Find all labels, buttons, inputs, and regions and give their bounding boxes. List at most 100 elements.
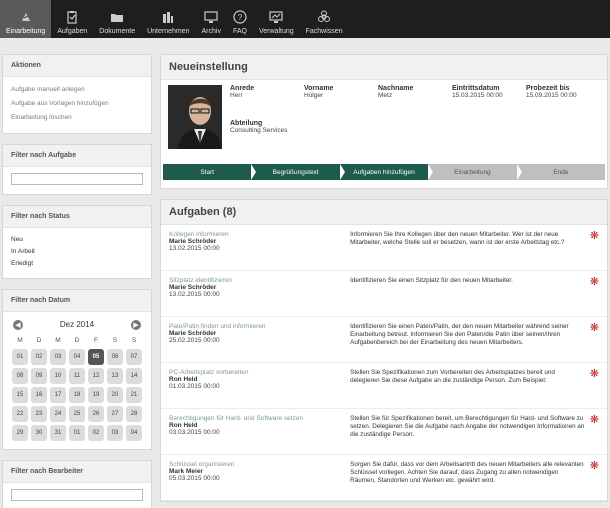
biohazard-icon: [317, 10, 331, 24]
calendar-day[interactable]: 16: [31, 386, 47, 403]
lastname-value: Metz: [378, 92, 393, 99]
calendar-day[interactable]: 12: [88, 367, 104, 384]
calendar-day[interactable]: 26: [88, 405, 104, 422]
calendar-day[interactable]: 01: [12, 348, 28, 365]
calendar-day[interactable]: 01: [69, 424, 85, 441]
task-date: 05.03.2015 00:00: [169, 475, 220, 482]
top-navigation: Einarbeitung Aufgaben Dokumente Unternehmen…: [0, 0, 610, 38]
task-description: Identifizieren Sie einen Sitzplatz für d…: [350, 277, 513, 284]
nav-verwaltung[interactable]: Verwaltung: [253, 0, 300, 38]
action-link[interactable]: Aufgabe manuell anlegen: [11, 83, 143, 97]
calendar-day[interactable]: 03: [107, 424, 123, 441]
start-date-value: 15.03.2015 00:00: [452, 92, 503, 99]
flag-icon[interactable]: ❋: [585, 461, 599, 494]
task-link[interactable]: PC-Arbeitsplatz vorbereiten: [169, 369, 350, 376]
main-content: Neueinstellung Anrede Herr Vorname Holger …: [160, 54, 608, 508]
calendar-day[interactable]: 02: [88, 424, 104, 441]
calendar-day[interactable]: 23: [31, 405, 47, 422]
status-option[interactable]: Neu: [11, 234, 143, 246]
nav-einarbeitung[interactable]: Einarbeitung: [0, 0, 52, 38]
step-2[interactable]: Aufgaben hinzufügen: [339, 164, 434, 180]
nav-archiv[interactable]: Archiv: [196, 0, 227, 38]
calendar-day[interactable]: 18: [69, 386, 85, 403]
flag-icon[interactable]: ❋: [585, 323, 599, 356]
calendar-day[interactable]: 30: [31, 424, 47, 441]
clipboard-icon: [65, 10, 79, 24]
flag-icon[interactable]: ❋: [585, 415, 599, 448]
calendar-day[interactable]: 10: [50, 367, 66, 384]
nav-dokumente[interactable]: Dokumente: [93, 0, 141, 38]
task-date: 01.03.2015 00:00: [169, 383, 220, 390]
task-link[interactable]: Kollegen informieren: [169, 231, 350, 238]
flag-icon[interactable]: ❋: [585, 231, 599, 264]
calendar-day[interactable]: 24: [50, 405, 66, 422]
calendar-day[interactable]: 11: [69, 367, 85, 384]
task-link[interactable]: Berechtigungen für Hard- und Software se…: [169, 415, 350, 422]
task-link[interactable]: Pate/Patin finden und informieren: [169, 323, 350, 330]
field-probation: Probezeit bis 15.09.2015 00:00: [526, 85, 600, 118]
calendar-day[interactable]: 09: [31, 367, 47, 384]
action-link[interactable]: Aufgabe aus Vorlagen hinzufügen: [11, 97, 143, 111]
calendar-day[interactable]: 25: [69, 405, 85, 422]
calendar-day[interactable]: 31: [50, 424, 66, 441]
calendar-day[interactable]: 06: [107, 348, 123, 365]
sidebar: Aktionen Aufgabe manuell anlegen Aufgabe …: [2, 54, 152, 508]
filter-editor-panel: Filter nach Bearbeiter: [2, 459, 152, 508]
onboarding-icon: [19, 10, 33, 24]
calendar-day[interactable]: 14: [126, 367, 142, 384]
calendar-day[interactable]: 07: [126, 348, 142, 365]
calendar-day[interactable]: 04: [69, 348, 85, 365]
task-link[interactable]: Schlüssel organisieren: [169, 461, 350, 468]
flag-icon[interactable]: ❋: [585, 277, 599, 310]
prev-month-icon[interactable]: ◀: [13, 319, 23, 330]
calendar-day[interactable]: 05: [88, 348, 104, 365]
calendar-day[interactable]: 13: [107, 367, 123, 384]
filter-task-input[interactable]: [11, 173, 143, 185]
salutation-value: Herr: [230, 92, 243, 99]
calendar-day[interactable]: 03: [50, 348, 66, 365]
nav-faq[interactable]: ? FAQ: [227, 0, 253, 38]
actions-list: Aufgabe manuell anlegen Aufgabe aus Vorla…: [3, 77, 151, 133]
new-hire-title: Neueinstellung: [161, 55, 607, 80]
step-label: Aufgaben hinzufügen: [353, 168, 415, 176]
nav-aufgaben[interactable]: Aufgaben: [51, 0, 93, 38]
calendar-day[interactable]: 20: [107, 386, 123, 403]
probation-value: 15.09.2015 00:00: [526, 92, 577, 99]
nav-label: Unternehmen: [147, 28, 190, 35]
step-chevron: [516, 164, 522, 180]
step-4[interactable]: Ende: [516, 164, 606, 180]
step-1[interactable]: Begrüßungstext: [251, 164, 345, 180]
task-link[interactable]: Sitzplatz identifizieren: [169, 277, 350, 284]
department-label: Abteilung: [230, 119, 263, 127]
calendar-day[interactable]: 04: [126, 424, 142, 441]
status-option[interactable]: In Arbeit: [11, 246, 143, 258]
calendar-day[interactable]: 28: [126, 405, 142, 422]
step-0[interactable]: Start: [163, 164, 257, 180]
firstname-label: Vorname: [304, 85, 334, 92]
calendar-day[interactable]: 17: [50, 386, 66, 403]
calendar-day[interactable]: 22: [12, 405, 28, 422]
calendar-day[interactable]: 08: [12, 367, 28, 384]
calendar-day[interactable]: 19: [88, 386, 104, 403]
task-assignee: Marie Schröder: [169, 330, 217, 337]
status-option[interactable]: Erledigt: [11, 258, 143, 270]
nav-label: Verwaltung: [258, 28, 294, 35]
calendar-day[interactable]: 02: [31, 348, 47, 365]
calendar-day[interactable]: 21: [126, 386, 142, 403]
flag-icon[interactable]: ❋: [585, 369, 599, 402]
nav-label: Fachwissen: [305, 28, 343, 35]
step-3[interactable]: Einarbeitung: [428, 164, 522, 180]
filter-editor-input[interactable]: [11, 488, 143, 501]
step-label: Ende: [553, 168, 569, 176]
action-link[interactable]: Einarbeitung löschen: [11, 111, 143, 125]
nav-fachwissen[interactable]: Fachwissen: [300, 0, 349, 38]
task-description: Stellen Sie Spezifikationen zum Vorberei…: [350, 369, 555, 384]
calendar-day[interactable]: 15: [12, 386, 28, 403]
calendar-day[interactable]: 27: [107, 405, 123, 422]
next-month-icon[interactable]: ▶: [131, 319, 141, 330]
calendar-day[interactable]: 29: [12, 424, 28, 441]
department-value: Consulting Services: [230, 126, 288, 134]
nav-unternehmen[interactable]: Unternehmen: [141, 0, 195, 38]
status-list: Neu In Arbeit Erledigt: [3, 228, 151, 278]
weekday-header: M: [55, 336, 61, 344]
